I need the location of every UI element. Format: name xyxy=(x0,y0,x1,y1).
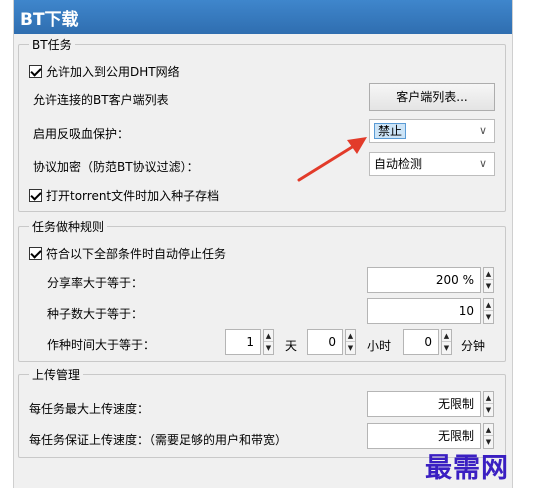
spin-up-icon[interactable]: ▲ xyxy=(484,268,493,280)
checkbox-checked-icon[interactable] xyxy=(29,189,42,202)
chevron-down-icon[interactable]: ∨ xyxy=(476,153,490,175)
title-bar: BT下载 xyxy=(14,0,512,34)
seeds-spinner[interactable]: ▲ ▼ xyxy=(483,298,494,324)
seed-archive-checkbox[interactable]: 打开torrent文件时加入种子存档 xyxy=(29,187,219,204)
spin-up-icon[interactable]: ▲ xyxy=(484,424,493,436)
watermark-logo: 最需网 xyxy=(425,453,509,484)
ratio-input[interactable]: 200 % xyxy=(367,267,481,293)
hours-spinner[interactable]: ▲ ▼ xyxy=(345,329,356,355)
hours-input[interactable]: 0 xyxy=(307,329,343,355)
anti-leech-select[interactable]: 禁止 ∨ xyxy=(369,119,495,143)
dht-checkbox[interactable]: 允许加入到公用DHT网络 xyxy=(29,63,180,80)
spin-up-icon[interactable]: ▲ xyxy=(264,330,273,342)
anti-leech-value: 禁止 xyxy=(374,123,407,139)
auto-stop-checkbox[interactable]: 符合以下全部条件时自动停止任务 xyxy=(29,245,226,262)
ratio-label: 分享率大于等于： xyxy=(47,276,144,290)
minutes-unit: 分钟 xyxy=(461,339,486,353)
encryption-label: 协议加密（防范BT协议过滤）： xyxy=(33,160,199,174)
max-upload-input[interactable]: 无限制 xyxy=(367,391,481,417)
anti-leech-label: 启用反吸血保护： xyxy=(33,127,130,141)
spin-down-icon[interactable]: ▼ xyxy=(264,342,273,354)
spin-down-icon[interactable]: ▼ xyxy=(346,342,355,354)
seeding-rules-group: 任务做种规则 符合以下全部条件时自动停止任务 分享率大于等于： 200 % ▲ … xyxy=(18,218,506,362)
chevron-down-icon[interactable]: ∨ xyxy=(476,120,490,142)
minutes-input[interactable]: 0 xyxy=(403,329,439,355)
upload-title: 上传管理 xyxy=(29,366,84,383)
minutes-spinner[interactable]: ▲ ▼ xyxy=(441,329,452,355)
spin-down-icon[interactable]: ▼ xyxy=(484,311,493,323)
spin-up-icon[interactable]: ▲ xyxy=(484,299,493,311)
seeds-input[interactable]: 10 xyxy=(367,298,481,324)
dht-checkbox-label: 允许加入到公用DHT网络 xyxy=(46,65,180,79)
client-list-button[interactable]: 客户端列表... xyxy=(369,83,495,111)
spin-up-icon[interactable]: ▲ xyxy=(346,330,355,342)
client-list-label: 允许连接的BT客户端列表 xyxy=(33,93,169,107)
days-input[interactable]: 1 xyxy=(225,329,261,355)
max-upload-label: 每任务最大上传速度： xyxy=(29,402,150,416)
annotation-arrow-icon xyxy=(297,137,367,182)
ratio-spinner[interactable]: ▲ ▼ xyxy=(483,267,494,293)
seed-time-label: 作种时间大于等于： xyxy=(47,338,156,352)
checkbox-checked-icon[interactable] xyxy=(29,65,42,78)
max-upload-spinner[interactable]: ▲ ▼ xyxy=(483,391,494,417)
seeding-rules-title: 任务做种规则 xyxy=(29,218,108,235)
spin-down-icon[interactable]: ▼ xyxy=(484,280,493,292)
bt-tasks-group: BT任务 允许加入到公用DHT网络 允许连接的BT客户端列表 客户端列表... … xyxy=(18,36,506,212)
spin-up-icon[interactable]: ▲ xyxy=(442,330,451,342)
checkbox-checked-icon[interactable] xyxy=(29,247,42,260)
spin-up-icon[interactable]: ▲ xyxy=(484,392,493,404)
bt-tasks-title: BT任务 xyxy=(29,36,75,53)
encryption-select[interactable]: 自动检测 ∨ xyxy=(369,152,495,176)
days-spinner[interactable]: ▲ ▼ xyxy=(263,329,274,355)
spin-down-icon[interactable]: ▼ xyxy=(442,342,451,354)
bt-download-window: BT下载 BT任务 允许加入到公用DHT网络 允许连接的BT客户端列表 客户端列… xyxy=(13,0,513,488)
auto-stop-label: 符合以下全部条件时自动停止任务 xyxy=(46,247,227,261)
hours-unit: 小时 xyxy=(367,339,392,353)
window-title: BT下载 xyxy=(20,10,79,30)
spin-down-icon[interactable]: ▼ xyxy=(484,404,493,416)
encryption-value: 自动检测 xyxy=(374,157,423,171)
days-unit: 天 xyxy=(285,339,298,353)
guaranteed-upload-label: 每任务保证上传速度：（需要足够的用户和带宽） xyxy=(29,433,288,447)
seed-archive-label: 打开torrent文件时加入种子存档 xyxy=(46,189,220,203)
seeds-label: 种子数大于等于： xyxy=(47,307,144,321)
